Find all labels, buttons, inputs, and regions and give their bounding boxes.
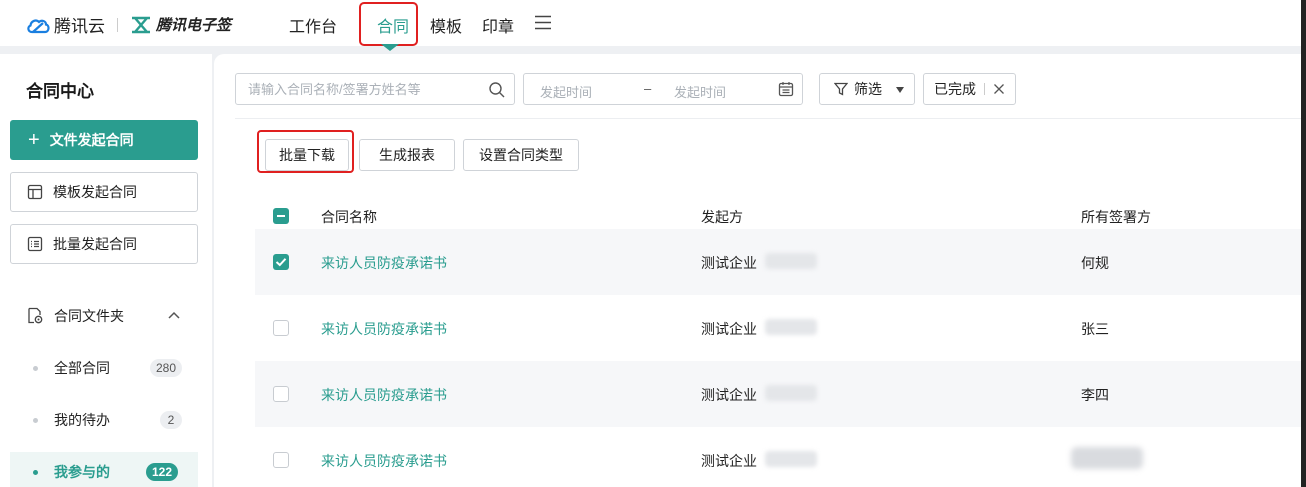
column-header-initiator: 发起方: [701, 209, 743, 225]
plus-icon: +: [28, 129, 40, 151]
initiator-name: 测试企业: [701, 255, 757, 271]
chevron-up-icon[interactable]: [168, 311, 180, 319]
batch-initiate-contract-label: 批量发起合同: [53, 236, 137, 252]
brand[interactable]: 腾讯云 腾讯电子签: [26, 12, 231, 37]
redacted-signer: [1071, 447, 1143, 469]
bullet-dot: [33, 469, 38, 475]
indeterminate-icon: [277, 215, 285, 217]
contract-folder-label: 合同文件夹: [54, 308, 124, 324]
batch-initiate-contract-button[interactable]: 批量发起合同: [10, 224, 198, 264]
calendar-icon[interactable]: [778, 81, 794, 97]
row-checkbox[interactable]: [273, 452, 289, 468]
date-range-picker[interactable]: 发起时间 – 发起时间: [523, 73, 803, 105]
date-end-input[interactable]: 发起时间: [674, 82, 726, 101]
template-icon: [27, 184, 43, 200]
redacted-text: [765, 385, 817, 401]
signer-name: 张三: [1081, 321, 1109, 337]
search-input[interactable]: [248, 81, 478, 97]
sidebar-title: 合同中心: [26, 82, 94, 101]
table-row[interactable]: 来访人员防疫承诺书 测试企业 张三: [255, 295, 1306, 361]
sidebar-item-my-todo[interactable]: 我的待办 2: [0, 400, 212, 440]
signer-name: 何规: [1081, 255, 1109, 271]
column-header-signers: 所有签署方: [1081, 209, 1151, 225]
brand-separator: [117, 17, 118, 32]
sidebar-item-label: 我参与的: [54, 464, 110, 480]
list-icon: [27, 236, 43, 252]
sidebar-item-all-contracts[interactable]: 全部合同 280: [0, 348, 212, 388]
template-initiate-contract-label: 模板发起合同: [53, 184, 137, 200]
initiator-name: 测试企业: [701, 453, 757, 469]
top-bar: 腾讯云 腾讯电子签 工作台 合同 模板 印章: [0, 0, 1306, 51]
contract-list: 批量下载 生成报表 设置合同类型 合同名称 发起方 所有签署方 来访人员防疫承诺…: [235, 118, 1306, 487]
sidebar: 合同中心 + 文件发起合同 模板发起合同 批量发起合同 合同文件夹 全部合同 2…: [0, 54, 212, 487]
date-start-input[interactable]: 发起时间: [540, 82, 592, 101]
row-checkbox[interactable]: [273, 386, 289, 402]
sidebar-item-participated[interactable]: 我参与的 122: [10, 452, 198, 487]
window-edge: [1301, 0, 1306, 487]
check-icon: [275, 258, 287, 267]
caret-down-icon: [896, 87, 904, 93]
row-checkbox[interactable]: [273, 254, 289, 270]
select-all-checkbox[interactable]: [273, 208, 289, 224]
contract-name-link[interactable]: 来访人员防疫承诺书: [321, 385, 447, 405]
batch-download-highlight: [257, 130, 354, 173]
tag-divider: [984, 83, 985, 95]
redacted-text: [765, 319, 817, 335]
nav-contract-highlight: [359, 2, 418, 46]
folder-settings-icon: [28, 307, 43, 324]
file-initiate-contract-label: 文件发起合同: [49, 132, 134, 148]
search-box[interactable]: [235, 73, 515, 105]
sidebar-item-label: 全部合同: [54, 360, 110, 376]
template-initiate-contract-button[interactable]: 模板发起合同: [10, 172, 198, 212]
tencent-cloud-logo-icon: [27, 19, 50, 33]
count-badge: 122: [145, 463, 178, 481]
count-badge: 2: [160, 411, 182, 429]
nav-seal[interactable]: 印章: [482, 13, 514, 37]
funnel-icon: [834, 82, 848, 96]
search-icon[interactable]: [488, 81, 506, 99]
count-badge: 280: [149, 359, 182, 377]
main-panel: 发起时间 – 发起时间 筛选 已完成 批量下载 生成报表 设置合同类型: [214, 54, 1306, 487]
row-checkbox[interactable]: [273, 320, 289, 336]
bullet-dot: [33, 417, 38, 423]
nav-template[interactable]: 模板: [430, 13, 462, 37]
table-row[interactable]: 来访人员防疫承诺书 测试企业 何规: [255, 229, 1306, 295]
signer-name: 李四: [1081, 387, 1109, 403]
brand-cloud-name: 腾讯云: [54, 17, 105, 36]
table-row[interactable]: 来访人员防疫承诺书 测试企业: [255, 427, 1306, 487]
contract-folder-header[interactable]: 合同文件夹: [26, 306, 124, 326]
generate-report-button[interactable]: 生成报表: [359, 139, 455, 171]
contract-name-link[interactable]: 来访人员防疫承诺书: [321, 319, 447, 339]
filter-bar: 发起时间 – 发起时间 筛选 已完成: [235, 73, 1016, 105]
redacted-text: [765, 451, 817, 467]
initiator-name: 测试企业: [701, 321, 757, 337]
nav-workbench[interactable]: 工作台: [289, 13, 337, 37]
date-separator: –: [644, 81, 652, 96]
close-icon[interactable]: [993, 83, 1005, 95]
redacted-text: [765, 253, 817, 269]
bullet-dot: [33, 365, 38, 371]
sidebar-item-label: 我的待办: [54, 412, 110, 428]
menu-icon[interactable]: [534, 15, 552, 30]
column-header-contract-name: 合同名称: [321, 209, 377, 225]
table-row[interactable]: 来访人员防疫承诺书 测试企业 李四: [255, 361, 1306, 427]
status-filter-label: 已完成: [934, 81, 976, 97]
file-initiate-contract-button[interactable]: + 文件发起合同: [10, 120, 198, 160]
filter-label: 筛选: [854, 81, 882, 97]
initiator-name: 测试企业: [701, 387, 757, 403]
contract-name-link[interactable]: 来访人员防疫承诺书: [321, 253, 447, 273]
status-filter-tag[interactable]: 已完成: [923, 73, 1016, 105]
nav-active-indicator: [381, 44, 399, 51]
esign-logo-icon: [132, 16, 150, 33]
filter-button[interactable]: 筛选: [819, 73, 915, 105]
set-contract-type-button[interactable]: 设置合同类型: [463, 139, 579, 171]
brand-product-name: 腾讯电子签: [156, 17, 232, 34]
contract-name-link[interactable]: 来访人员防疫承诺书: [321, 451, 447, 471]
